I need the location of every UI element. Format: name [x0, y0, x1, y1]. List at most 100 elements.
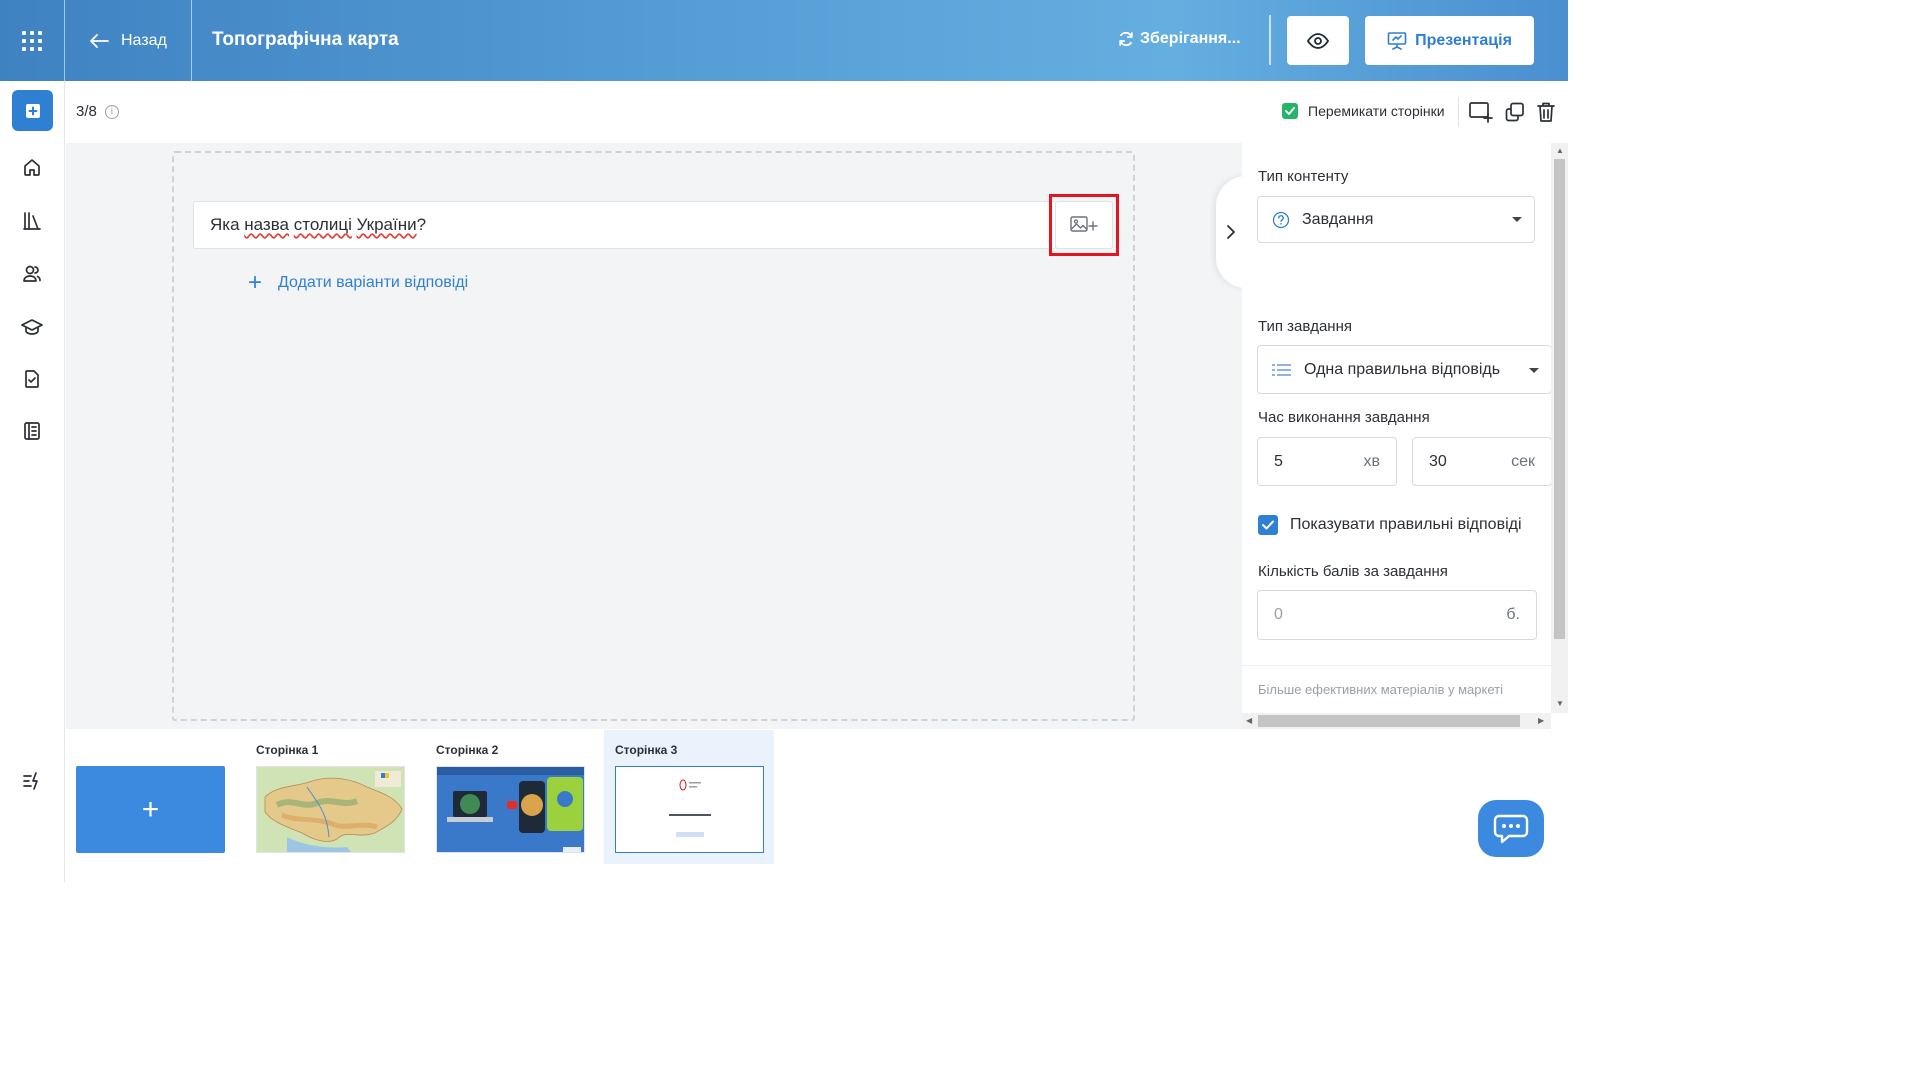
question-text-part: Яка	[210, 215, 245, 234]
minutes-unit: хв	[1363, 452, 1381, 470]
preview-button[interactable]	[1287, 16, 1349, 65]
scroll-down-icon[interactable]: ▼	[1556, 699, 1564, 708]
presentation-label: Презентація	[1415, 31, 1512, 49]
sidebar-courses[interactable]	[20, 315, 44, 339]
page-thumbnail-label: Сторінка 2	[436, 743, 499, 757]
presentation-icon	[1387, 31, 1407, 50]
page-thumbnail-2[interactable]: Сторінка 2	[425, 730, 595, 864]
duplicate-slide-button[interactable]	[1503, 100, 1527, 124]
points-label: Кількість балів за завдання	[1258, 563, 1448, 580]
plus-icon: +	[248, 269, 263, 296]
checkbox-checked-icon	[1282, 103, 1298, 119]
copy-icon	[1505, 102, 1524, 122]
chat-support-button[interactable]	[1478, 800, 1544, 857]
saving-label: Зберігання...	[1140, 30, 1241, 47]
task-type-label: Тип завдання	[1258, 318, 1352, 335]
sidebar-library[interactable]	[20, 209, 44, 233]
question-text-part: ?	[416, 215, 427, 234]
question-thumbnail-image	[615, 766, 764, 853]
chevron-down-icon	[1512, 217, 1522, 222]
question-text-part: назва	[244, 215, 290, 234]
sync-icon	[1119, 31, 1133, 47]
panel-horizontal-scrollbar[interactable]: ◀ ▶	[1242, 713, 1551, 729]
trash-icon	[1537, 102, 1555, 122]
add-slide-button[interactable]	[1469, 100, 1493, 124]
page-title: Топографічна карта	[212, 29, 399, 50]
panel-vertical-scrollbar[interactable]: ▲ ▼	[1551, 143, 1568, 713]
page-counter-value: 3/8	[76, 103, 97, 120]
minutes-input[interactable]: 5 хв	[1257, 437, 1397, 486]
back-button[interactable]: Назад	[65, 0, 192, 81]
question-input[interactable]: Яка назва столиці України?	[193, 201, 1055, 249]
task-type-value: Одна правильна відповідь	[1304, 360, 1501, 378]
switch-pages-toggle[interactable]: Перемикати сторінки	[1282, 103, 1445, 119]
market-link[interactable]: Більше ефективних матеріалів у маркеті	[1258, 682, 1503, 697]
question-text-part: столиці	[293, 215, 352, 234]
page-counter: 3/8 i	[76, 103, 119, 120]
page-thumbnail-label: Сторінка 3	[615, 743, 678, 757]
question-text-part: України	[356, 215, 417, 234]
scrollbar-thumb[interactable]	[1258, 715, 1520, 727]
image-plus-icon	[1070, 216, 1098, 232]
settings-panel: Тип контенту Завдання Тип завдання Одна …	[1242, 143, 1551, 713]
chevron-down-icon	[1529, 368, 1539, 373]
points-unit: б.	[1506, 606, 1520, 623]
minutes-value: 5	[1274, 452, 1283, 470]
info-icon[interactable]: i	[104, 104, 119, 119]
show-correct-checkbox[interactable]: Показувати правильні відповіді	[1258, 515, 1522, 535]
panel-divider	[1242, 665, 1551, 666]
delete-slide-button[interactable]	[1534, 100, 1558, 124]
chevron-right-icon	[1227, 225, 1235, 239]
users-icon	[23, 265, 41, 282]
content-type-label: Тип контенту	[1258, 168, 1349, 185]
sidebar-journal[interactable]	[20, 419, 44, 443]
add-slide-icon	[1469, 102, 1493, 123]
plus-square-icon	[25, 103, 40, 118]
journal-icon	[24, 422, 40, 440]
map-thumbnail-image	[256, 766, 405, 853]
seconds-value: 30	[1429, 452, 1447, 470]
checkbox-checked-icon	[1258, 515, 1278, 535]
add-image-button[interactable]	[1055, 201, 1113, 249]
add-answers-button[interactable]: + Додати варіанти відповіді	[248, 269, 469, 296]
scroll-right-icon[interactable]: ▶	[1538, 716, 1544, 725]
page-thumbnail-3[interactable]: Сторінка 3	[604, 730, 774, 864]
presentation-button[interactable]: Презентація	[1365, 16, 1534, 65]
library-icon	[23, 212, 41, 230]
back-label: Назад	[121, 31, 167, 49]
content-type-select[interactable]: Завдання	[1257, 196, 1535, 243]
scrollbar-thumb[interactable]	[1554, 159, 1565, 639]
create-button[interactable]	[12, 90, 53, 131]
sidebar-home[interactable]	[20, 155, 44, 179]
page-thumbnail-label: Сторінка 1	[256, 743, 319, 757]
page-thumbnail-1[interactable]: Сторінка 1	[245, 730, 415, 864]
sidebar-tasks[interactable]	[20, 367, 44, 391]
graduation-cap-icon	[21, 319, 43, 335]
saving-status: Зберігання...	[1118, 30, 1241, 48]
eye-icon	[1307, 32, 1329, 49]
content-type-value: Завдання	[1302, 210, 1374, 228]
scroll-left-icon[interactable]: ◀	[1246, 716, 1252, 725]
add-page-button[interactable]: +	[76, 766, 225, 853]
add-answers-label: Додати варіанти відповіді	[278, 274, 469, 291]
apps-menu-button[interactable]	[0, 0, 65, 81]
switch-pages-label: Перемикати сторінки	[1308, 103, 1445, 119]
scroll-up-icon[interactable]: ▲	[1556, 146, 1564, 155]
lightning-list-icon	[23, 772, 38, 790]
question-circle-icon	[1272, 211, 1290, 228]
plus-icon: +	[141, 792, 160, 826]
task-type-select[interactable]: Одна правильна відповідь	[1257, 345, 1551, 394]
list-icon	[1272, 363, 1291, 376]
header-divider	[1269, 15, 1271, 65]
seconds-input[interactable]: 30 сек	[1412, 437, 1551, 486]
time-label: Час виконання завдання	[1258, 409, 1430, 426]
sidebar-quick-actions[interactable]	[20, 769, 44, 793]
sidebar-users[interactable]	[20, 262, 44, 286]
video-thumbnail-image	[436, 766, 585, 853]
home-icon	[24, 159, 40, 176]
arrow-left-icon	[90, 33, 109, 48]
points-input[interactable]: 0 б.	[1257, 590, 1537, 640]
top-header: Назад Топографічна карта Зберігання... П…	[0, 0, 1568, 81]
apps-grid-icon	[22, 30, 42, 51]
document-check-icon	[25, 370, 39, 388]
